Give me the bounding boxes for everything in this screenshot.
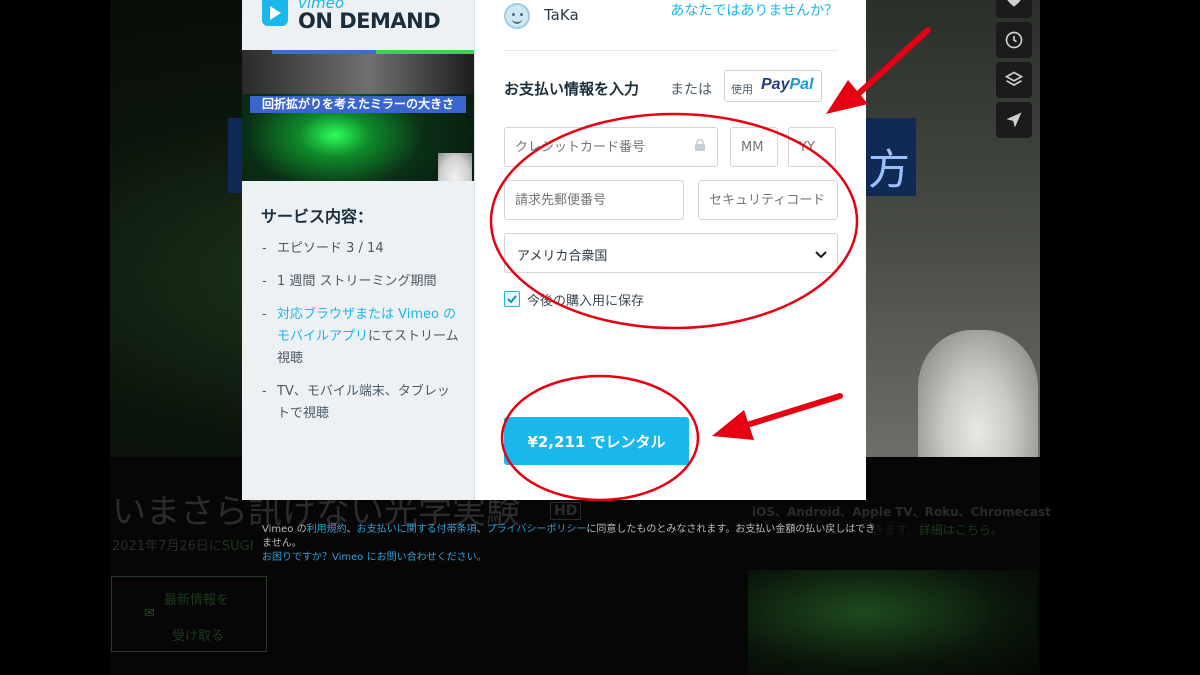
not-you-link[interactable]: あなたではありませんか？ [670, 0, 838, 20]
service-item-text: エピソード 3 / 14 [277, 241, 384, 256]
card-number-input[interactable] [504, 127, 718, 167]
send-icon[interactable] [996, 102, 1032, 138]
payment-or-label: または [670, 82, 712, 98]
avatar [504, 3, 530, 29]
logo-on-demand-text: ON DEMAND [298, 9, 441, 33]
paypal-logo-pal: Pal [789, 76, 814, 93]
poster-presenter [438, 153, 472, 181]
hd-badge: HD [550, 502, 582, 520]
paypal-logo-pay: Pay [761, 76, 790, 93]
heart-icon[interactable] [996, 0, 1032, 18]
platforms-more: きます。詳細はこちら。 [872, 521, 1003, 538]
country-select[interactable]: アメリカ合衆国 [504, 233, 838, 273]
layers-icon[interactable] [996, 62, 1032, 98]
save-for-future-checkbox[interactable] [504, 291, 520, 307]
notify-label-line2: 受け取る [172, 629, 225, 644]
service-item-text: TV、モバイル端末、タブレットで視聴 [277, 384, 450, 421]
privacy-policy-link[interactable]: プライバシーポリシー [487, 524, 587, 535]
paypal-use-label: 使用 [731, 84, 753, 96]
service-item-text: 1 週間 ストリーミング期間 [277, 274, 437, 289]
payment-heading: お支払い情報を入力 [504, 80, 640, 98]
uploader-link[interactable]: SUGI [222, 539, 254, 554]
service-details-title: サービス内容： [261, 207, 374, 226]
mail-icon: ✉ [144, 606, 155, 621]
terms-link[interactable]: 利用規約 [307, 524, 347, 535]
payment-terms-link[interactable]: お支払いに関する付帯条項 [357, 524, 477, 535]
play-logo-icon [262, 0, 288, 26]
rental-checkout-modal: vimeo ON DEMAND 回折拡がりを考えたミラーの大きさ サービス内容：… [242, 0, 866, 500]
clock-icon[interactable] [996, 22, 1032, 58]
legal-sep: 、 [476, 524, 487, 535]
vimeo-on-demand-logo: vimeo ON DEMAND [242, 0, 474, 50]
legal-text-part: Vimeo の [262, 524, 307, 535]
modal-sidebar: vimeo ON DEMAND 回折拡がりを考えたミラーの大きさ サービス内容：… [242, 0, 475, 500]
platforms-text: iOS、Android、Apple TV、Roku、Chromecast [752, 505, 1051, 519]
expiry-year-input[interactable] [788, 127, 836, 167]
chevron-down-icon [815, 251, 827, 259]
lock-icon [695, 139, 705, 151]
checkmark-icon [507, 295, 517, 304]
country-selected-value: アメリカ合衆国 [517, 249, 608, 264]
related-video-thumbnail[interactable] [748, 570, 1038, 675]
poster-caption: 回折拡がりを考えたミラーの大きさ [250, 96, 466, 113]
page-margin-left [0, 0, 110, 675]
list-item: 1 週間 ストリーミング期間 [262, 271, 462, 293]
security-code-input[interactable] [698, 180, 838, 220]
paypal-button[interactable]: 使用 PayPal [724, 70, 822, 102]
expiry-month-input[interactable] [730, 127, 778, 167]
list-item: 対応ブラウザまたは Vimeo のモバイルアプリにてストリーム視聴 [262, 304, 462, 370]
upload-date: 2021年7月26日にSUGI [112, 535, 254, 554]
list-item: エピソード 3 / 14 [262, 238, 462, 260]
list-item: TV、モバイル端末、タブレットで視聴 [262, 381, 462, 425]
help-contact-link[interactable]: お困りですか？Vimeo にお問い合わせください。 [262, 552, 487, 563]
video-poster-top [242, 50, 474, 94]
rent-button[interactable]: ¥2,211 でレンタル [504, 417, 689, 465]
notify-label-line1: 最新情報を [164, 593, 230, 608]
hero-banner-char: 方 [868, 145, 911, 194]
user-name: TaKa [544, 6, 579, 24]
platforms-details-link[interactable]: 詳細はこちら。 [919, 523, 1003, 537]
legal-sep: 、 [346, 524, 357, 535]
service-details-list: エピソード 3 / 14 1 週間 ストリーミング期間 対応ブラウザまたは Vi… [262, 238, 462, 436]
legal-text: Vimeo の利用規約、お支払いに関する付帯条項、プライバシーポリシーに同意した… [262, 523, 882, 565]
notify-button[interactable]: ✉ 最新情報を 受け取る [111, 576, 267, 652]
hero-blue-banner: 方 [866, 118, 916, 196]
billing-zip-input[interactable] [504, 180, 684, 220]
page-margin-right [1040, 0, 1200, 675]
poster-blue-strip [272, 50, 382, 54]
presenter-image [918, 330, 1038, 457]
upload-date-text: 2021年7月26日に [112, 539, 222, 554]
poster-green-strip [376, 50, 474, 54]
paypal-logo: PayPal [761, 76, 813, 94]
user-row: TaKa あなたではありませんか？ [504, 0, 838, 51]
save-for-future-label[interactable]: 今後の購入用に保存 [527, 290, 644, 309]
